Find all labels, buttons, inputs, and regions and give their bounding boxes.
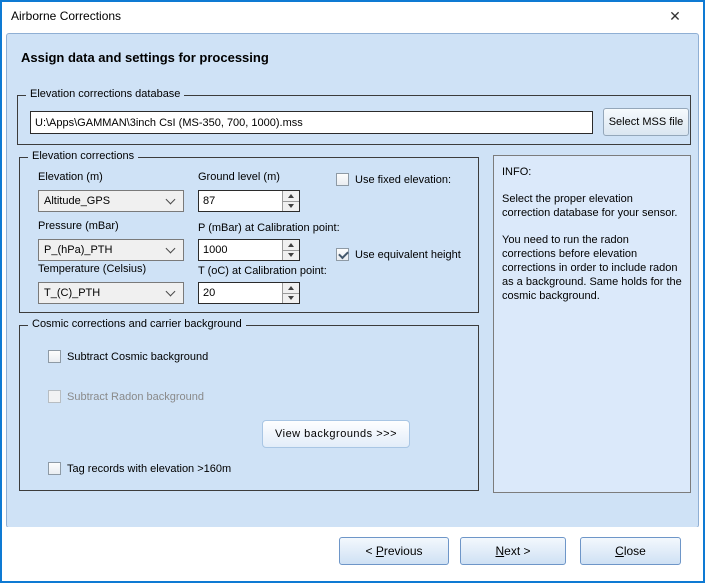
page-title: Assign data and settings for processing (21, 50, 269, 65)
ground-level-down-button[interactable] (283, 202, 299, 212)
info-paragraph-1: Select the proper elevation correction d… (502, 192, 682, 220)
t-calibration-stepper (198, 282, 300, 304)
tag-records-label: Tag records with elevation >160m (67, 463, 231, 475)
p-calibration-label: P (mBar) at Calibration point: (198, 222, 340, 234)
cosmic-groupbox: Cosmic corrections and carrier backgroun… (19, 325, 479, 491)
temperature-combobox[interactable]: T_(C)_PTH (38, 282, 184, 304)
info-title: INFO: (502, 165, 682, 179)
database-groupbox: Elevation corrections database Select MS… (17, 95, 691, 145)
close-icon[interactable]: ✕ (653, 2, 697, 31)
t-calibration-down-button[interactable] (283, 294, 299, 304)
temperature-combobox-value: T_(C)_PTH (39, 287, 167, 299)
spin-down-icon (288, 204, 294, 208)
spin-up-icon (288, 243, 294, 247)
use-equivalent-height-checkbox[interactable]: Use equivalent height (336, 248, 461, 261)
p-calibration-stepper (198, 239, 300, 261)
pressure-label: Pressure (mBar) (38, 220, 119, 232)
ground-level-label: Ground level (m) (198, 171, 280, 183)
subtract-radon-checkbox: Subtract Radon background (48, 390, 204, 403)
t-calibration-up-button[interactable] (283, 283, 299, 294)
temperature-label: Temperature (Celsius) (38, 263, 146, 275)
elevation-label: Elevation (m) (38, 171, 103, 183)
checkbox-box[interactable] (48, 350, 61, 363)
subtract-cosmic-checkbox[interactable]: Subtract Cosmic background (48, 350, 208, 363)
t-calibration-label: T (oC) at Calibration point: (198, 265, 327, 277)
next-button[interactable]: Next > (460, 537, 566, 565)
t-calibration-input[interactable] (199, 283, 282, 303)
chevron-down-icon (166, 194, 176, 204)
main-panel: Assign data and settings for processing … (6, 33, 699, 528)
database-group-title: Elevation corrections database (26, 88, 184, 100)
pressure-combobox-value: P_(hPa)_PTH (39, 244, 167, 256)
use-equivalent-height-label: Use equivalent height (355, 249, 461, 261)
elevation-combobox[interactable]: Altitude_GPS (38, 190, 184, 212)
checkbox-box[interactable] (336, 173, 349, 186)
spin-down-icon (288, 253, 294, 257)
checkbox-box[interactable] (48, 462, 61, 475)
checkbox-box (48, 390, 61, 403)
info-paragraph-2: You need to run the radon corrections be… (502, 233, 682, 303)
p-calibration-down-button[interactable] (283, 251, 299, 261)
previous-button[interactable]: < Previous (339, 537, 449, 565)
elevation-groupbox: Elevation corrections Elevation (m) Alti… (19, 157, 479, 313)
subtract-radon-label: Subtract Radon background (67, 391, 204, 403)
spin-up-icon (288, 286, 294, 290)
use-fixed-elevation-label: Use fixed elevation: (355, 174, 451, 186)
view-backgrounds-button[interactable]: View backgrounds >>> (262, 420, 410, 448)
airborne-corrections-dialog: Airborne Corrections ✕ Assign data and s… (0, 0, 705, 583)
pressure-combobox[interactable]: P_(hPa)_PTH (38, 239, 184, 261)
footer: < Previous Next > Close (4, 527, 701, 579)
elevation-group-title: Elevation corrections (28, 150, 138, 162)
mss-path-input[interactable] (30, 111, 593, 134)
elevation-combobox-value: Altitude_GPS (39, 195, 167, 207)
spin-up-icon (288, 194, 294, 198)
spin-down-icon (288, 296, 294, 300)
ground-level-input[interactable] (199, 191, 282, 211)
p-calibration-up-button[interactable] (283, 240, 299, 251)
ground-level-up-button[interactable] (283, 191, 299, 202)
ground-level-stepper (198, 190, 300, 212)
info-panel: INFO: Select the proper elevation correc… (493, 155, 691, 493)
close-button[interactable]: Close (580, 537, 681, 565)
p-calibration-input[interactable] (199, 240, 282, 260)
checkbox-box[interactable] (336, 248, 349, 261)
chevron-down-icon (166, 286, 176, 296)
window-title: Airborne Corrections (11, 2, 121, 31)
use-fixed-elevation-checkbox[interactable]: Use fixed elevation: (336, 173, 451, 186)
chevron-down-icon (166, 243, 176, 253)
title-bar: Airborne Corrections ✕ (2, 2, 703, 31)
subtract-cosmic-label: Subtract Cosmic background (67, 351, 208, 363)
cosmic-group-title: Cosmic corrections and carrier backgroun… (28, 318, 246, 330)
tag-records-checkbox[interactable]: Tag records with elevation >160m (48, 462, 231, 475)
select-mss-file-button[interactable]: Select MSS file (603, 108, 689, 136)
